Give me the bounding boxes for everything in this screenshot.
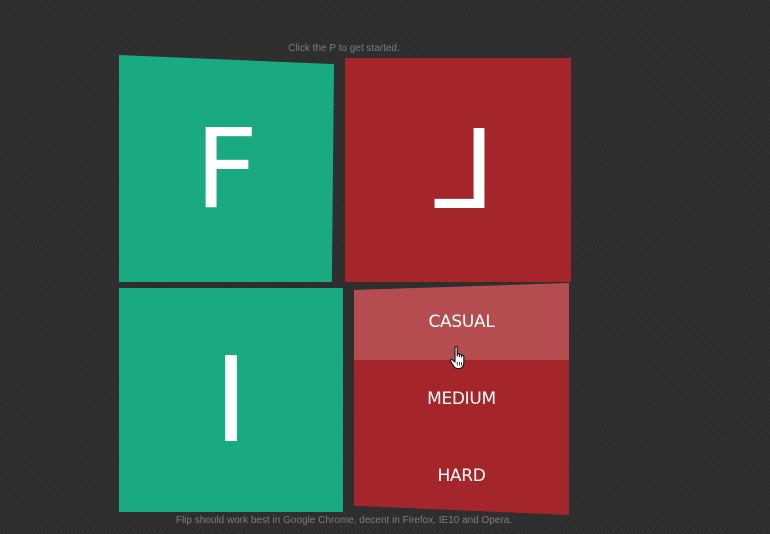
tile-letter: I bbox=[213, 331, 249, 469]
difficulty-menu: CASUAL MEDIUM HARD bbox=[354, 283, 569, 515]
tile-letter: L bbox=[434, 106, 496, 234]
letter-tile-l[interactable]: L bbox=[345, 58, 571, 282]
hint-text: Click the P to get started. bbox=[288, 43, 400, 54]
tile-letter: F bbox=[194, 104, 259, 233]
browser-support-note: Flip should work best in Google Chrome, … bbox=[175, 515, 513, 526]
hand-pointer-icon bbox=[449, 346, 465, 370]
letter-tile-f[interactable]: F bbox=[119, 55, 334, 282]
medium-button[interactable]: MEDIUM bbox=[354, 360, 569, 437]
hard-button[interactable]: HARD bbox=[354, 437, 569, 515]
letter-tile-i[interactable]: I bbox=[119, 288, 343, 512]
